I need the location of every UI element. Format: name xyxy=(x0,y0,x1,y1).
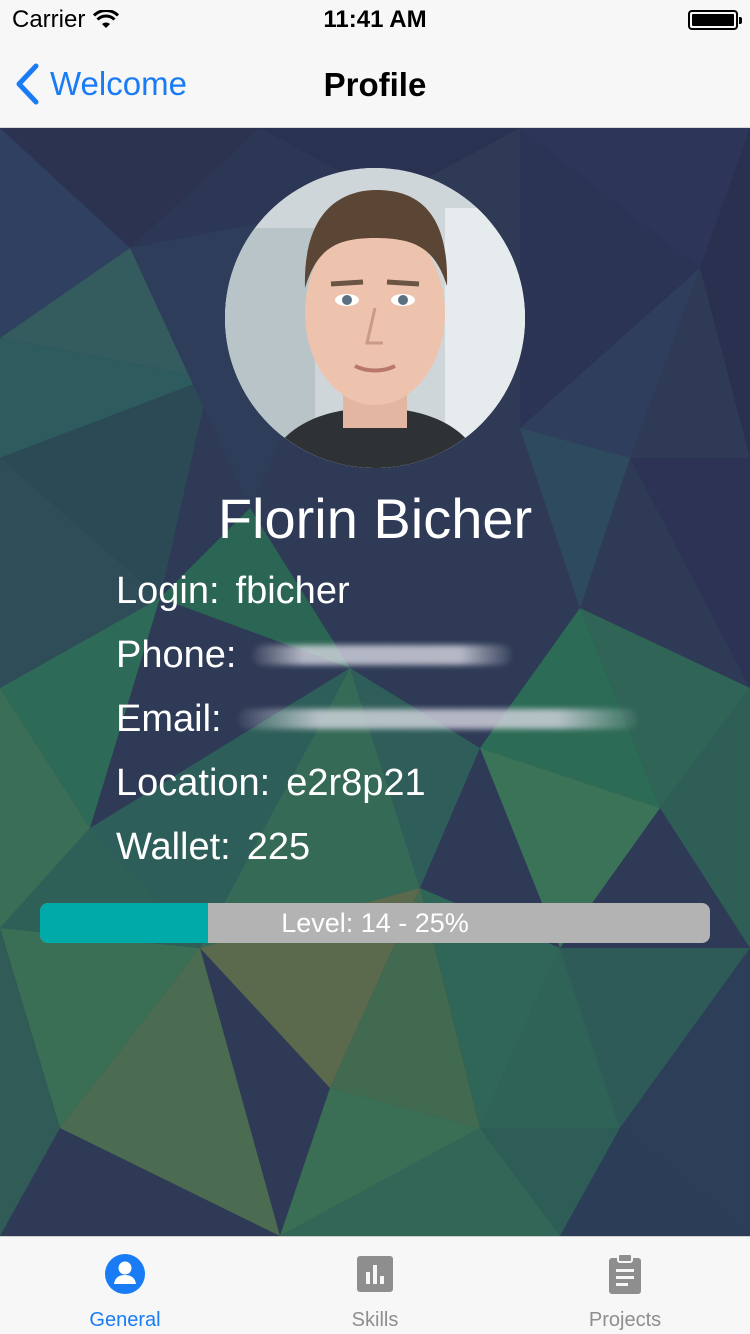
location-label: Location: xyxy=(116,761,271,804)
wallet-row: Wallet: 225 xyxy=(116,822,310,872)
level-progress-bar: Level: 14 - 25% xyxy=(40,903,710,943)
phone-row: Phone: xyxy=(116,630,513,680)
tab-projects-label: Projects xyxy=(588,1309,662,1331)
user-name: Florin Bicher xyxy=(217,487,533,550)
wallet-value: 225 xyxy=(246,825,311,868)
login-value: fbicher xyxy=(235,569,350,612)
tab-general-label: General xyxy=(89,1309,161,1331)
email-value-redacted xyxy=(237,709,638,729)
phone-value-redacted xyxy=(252,645,513,665)
profile-content: Florin Bicher Login: fbicher Phone: Emai… xyxy=(0,128,750,1236)
location-value: e2r8p21 xyxy=(286,761,426,804)
phone-label: Phone: xyxy=(116,633,237,676)
avatar xyxy=(225,168,525,468)
tab-projects[interactable]: Projects xyxy=(500,1237,750,1334)
tab-bar: General Skills Projects xyxy=(0,1236,750,1334)
wallet-label: Wallet: xyxy=(116,825,231,868)
location-row: Location: e2r8p21 xyxy=(116,758,426,808)
tab-skills[interactable]: Skills xyxy=(250,1237,500,1334)
tab-general[interactable]: General xyxy=(0,1237,250,1334)
status-bar: Carrier 11:41 AM xyxy=(0,0,750,40)
level-label: Level: 14 - 25% xyxy=(281,908,469,938)
login-row: Login: fbicher xyxy=(116,566,350,616)
bar-chart-icon xyxy=(357,1256,393,1292)
clipboard-icon xyxy=(609,1253,641,1294)
profile-photo xyxy=(225,168,525,468)
email-row: Email: xyxy=(116,694,638,744)
navigation-bar: Welcome Profile xyxy=(0,40,750,128)
email-label: Email: xyxy=(116,697,222,740)
login-label: Login: xyxy=(116,569,220,612)
status-time: 11:41 AM xyxy=(323,6,427,33)
person-circle-icon xyxy=(105,1254,145,1294)
page-title: Profile xyxy=(323,66,427,103)
battery-icon xyxy=(688,10,742,30)
tab-skills-label: Skills xyxy=(351,1309,399,1331)
